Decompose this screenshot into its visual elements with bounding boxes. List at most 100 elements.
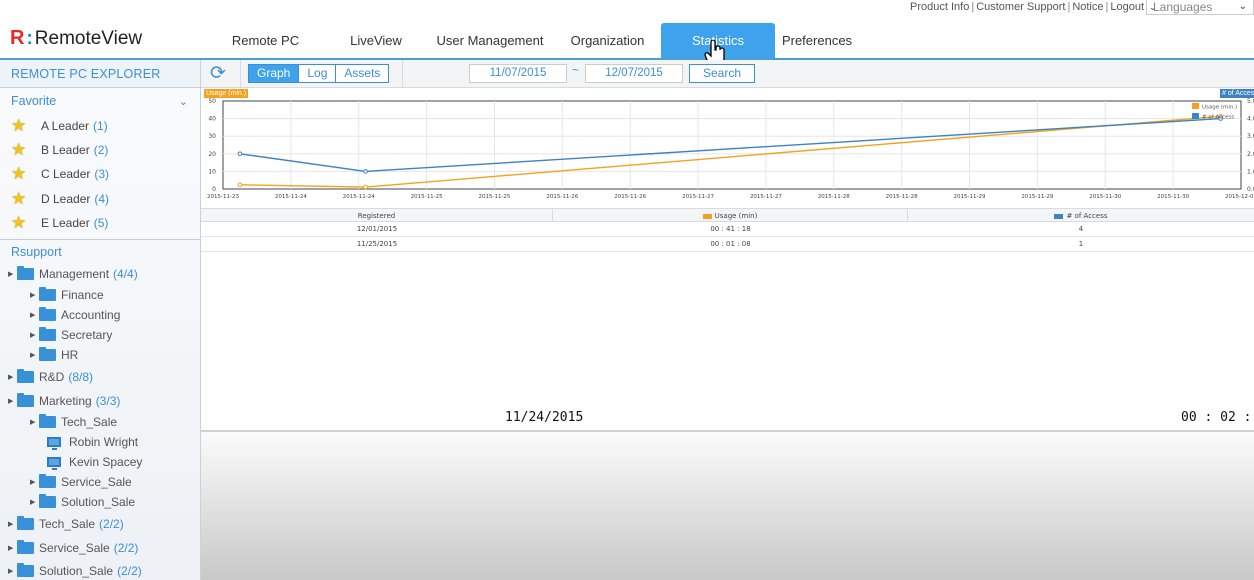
- tree-folder-item[interactable]: ▶ Accounting: [0, 305, 200, 325]
- overlay-row: 11/24/2015 00 : 02 : 23: [201, 400, 1254, 432]
- favorite-count: (5): [93, 215, 109, 230]
- tree-folder-item[interactable]: ▶ Finance: [0, 285, 200, 305]
- expand-arrow-icon[interactable]: ▶: [30, 478, 39, 486]
- table-row[interactable]: 11/25/2015 00 : 01 : 08 1: [201, 237, 1254, 252]
- date-to-input[interactable]: 12/07/2015: [585, 64, 683, 83]
- chevron-down-icon[interactable]: ⌄: [179, 95, 188, 108]
- tab-user-management[interactable]: User Management: [426, 23, 554, 59]
- expand-arrow-icon[interactable]: ▶: [30, 331, 39, 339]
- favorite-count: (1): [93, 119, 108, 134]
- x-tick-label: 2015-11-28: [818, 194, 850, 200]
- tree-folder-item[interactable]: ▶ Solution_Sale: [0, 492, 200, 512]
- y-right-tick-label: 0.0: [1247, 186, 1254, 193]
- tree-pc-item[interactable]: Kevin Spacey: [0, 452, 200, 472]
- view-toggle: Graph Log Assets: [248, 64, 390, 83]
- data-point: [237, 151, 243, 157]
- logo-colon: :: [26, 27, 33, 49]
- tree-folder-item[interactable]: ▶ Tech_Sale: [0, 412, 200, 432]
- expand-arrow-icon[interactable]: ▶: [8, 373, 17, 381]
- favorite-item[interactable]: ★ B Leader (2): [0, 138, 200, 162]
- expand-arrow-icon[interactable]: ▶: [30, 291, 39, 299]
- overlay-date: 11/24/2015: [505, 410, 584, 425]
- favorite-list: ★ A Leader (1) ★ B Leader (2) ★ C Leader (3) ★ D L…: [0, 114, 200, 235]
- logo[interactable]: R: RemoteView: [10, 27, 142, 50]
- tree-pc-item[interactable]: Robin Wright: [0, 432, 200, 452]
- logo-mark-icon: R: [10, 27, 25, 49]
- folder-icon: [39, 327, 56, 342]
- expand-arrow-icon[interactable]: ▶: [30, 351, 39, 359]
- notice-link[interactable]: Notice: [1072, 1, 1103, 13]
- folder-icon: [17, 563, 34, 578]
- x-tick-label: 2015-11-27: [750, 194, 782, 200]
- header-usage[interactable]: Usage (min): [553, 209, 908, 221]
- left-axis-label: Usage (min.): [204, 89, 249, 98]
- tree-folder-item[interactable]: ▶ Secretary: [0, 325, 200, 345]
- favorite-item[interactable]: ★ E Leader (5): [0, 211, 200, 235]
- y-left-tick-label: 20: [208, 151, 216, 158]
- favorite-name: E Leader: [41, 215, 90, 230]
- tree-folder-item[interactable]: ▶ HR: [0, 345, 200, 365]
- log-tab[interactable]: Log: [299, 65, 337, 82]
- tab-liveview[interactable]: LiveView: [326, 23, 426, 59]
- sidebar-title: REMOTE PC EXPLORER: [0, 60, 200, 88]
- folder-icon: [17, 516, 34, 531]
- x-tick-label: 2015-12-01: [1225, 194, 1254, 200]
- logo-text: RemoteView: [34, 27, 143, 49]
- table-row[interactable]: 12/01/2015 00 : 41 : 18 4: [201, 222, 1254, 237]
- monitor-icon: [47, 457, 61, 471]
- header-access-label: # of Access: [1066, 212, 1108, 220]
- expand-arrow-icon[interactable]: ▶: [8, 270, 17, 278]
- logout-link[interactable]: Logout: [1110, 1, 1144, 13]
- cell-usage: 00 : 01 : 08: [710, 240, 751, 248]
- tab-organization[interactable]: Organization: [554, 23, 661, 59]
- star-icon: ★: [11, 116, 27, 136]
- expand-arrow-icon[interactable]: ▶: [8, 567, 17, 575]
- favorite-header[interactable]: Favorite ⌄: [0, 88, 200, 114]
- tree-root[interactable]: Rsupport: [0, 240, 200, 262]
- favorite-item[interactable]: ★ A Leader (1): [0, 114, 200, 138]
- expand-arrow-icon[interactable]: ▶: [30, 418, 39, 426]
- graph-tab[interactable]: Graph: [249, 65, 300, 82]
- expand-arrow-icon[interactable]: ▶: [30, 498, 39, 506]
- chart-svg: 0 10 20 30 40 50 0.0 1.0 2.0 3.0 4.0 5.0 2015-11-23 2…: [207, 98, 1254, 200]
- tree-item-count: (8/8): [68, 370, 94, 385]
- monitor-icon: [47, 437, 61, 451]
- date-from-input[interactable]: 11/07/2015: [469, 64, 567, 83]
- expand-arrow-icon[interactable]: ▶: [30, 311, 39, 319]
- expand-arrow-icon[interactable]: ▶: [8, 397, 17, 405]
- tree-folder-item[interactable]: ▶ Marketing (3/3): [0, 389, 200, 413]
- search-button[interactable]: Search: [689, 64, 755, 83]
- refresh-icon[interactable]: ⟳: [210, 64, 230, 84]
- favorite-item[interactable]: ★ D Leader (4): [0, 187, 200, 211]
- x-tick-label: 2015-11-25: [478, 194, 510, 200]
- favorite-label: Favorite: [11, 94, 57, 108]
- data-point: [363, 184, 368, 190]
- folder-icon: [39, 414, 56, 429]
- tree-item-label: Service_Sale: [61, 475, 132, 490]
- tree-folder-item[interactable]: ▶ R&D (8/8): [0, 365, 200, 389]
- language-select[interactable]: Languages ⌄: [1146, 0, 1254, 15]
- product-info-link[interactable]: Product Info: [910, 1, 969, 13]
- top-bar: Product Info | Customer Support | Notice | …: [0, 0, 1254, 60]
- tree-folder-item[interactable]: ▶ Service_Sale (2/2): [0, 536, 200, 560]
- x-tick-label: 2015-11-24: [275, 194, 307, 200]
- divider: [240, 60, 241, 88]
- customer-support-link[interactable]: Customer Support: [976, 1, 1065, 13]
- assets-tab[interactable]: Assets: [336, 65, 389, 82]
- tree-folder-item[interactable]: ▶ Service_Sale: [0, 472, 200, 492]
- tab-preferences[interactable]: Preferences: [775, 23, 859, 59]
- tree-item-count: (2/2): [113, 540, 139, 555]
- tree-folder-item[interactable]: ▶ Management (4/4): [0, 262, 200, 286]
- x-tick-label: 2015-11-30: [1089, 194, 1121, 200]
- header-registered[interactable]: Registered: [201, 209, 553, 221]
- expand-arrow-icon[interactable]: ▶: [8, 520, 17, 528]
- tree-folder-item[interactable]: ▶ Solution_Sale (2/2): [0, 559, 200, 580]
- expand-arrow-icon[interactable]: ▶: [8, 544, 17, 552]
- data-point: [237, 182, 243, 188]
- toolbar: ⟳ Graph Log Assets 11/07/2015 ~ 12/07/20…: [201, 60, 1254, 88]
- tree-item-count: (4/4): [113, 266, 138, 281]
- tree-folder-item[interactable]: ▶ Tech_Sale (2/2): [0, 512, 200, 536]
- tab-remote-pc[interactable]: Remote PC: [205, 23, 326, 59]
- header-access[interactable]: # of Access: [908, 209, 1254, 221]
- favorite-item[interactable]: ★ C Leader (3): [0, 162, 200, 186]
